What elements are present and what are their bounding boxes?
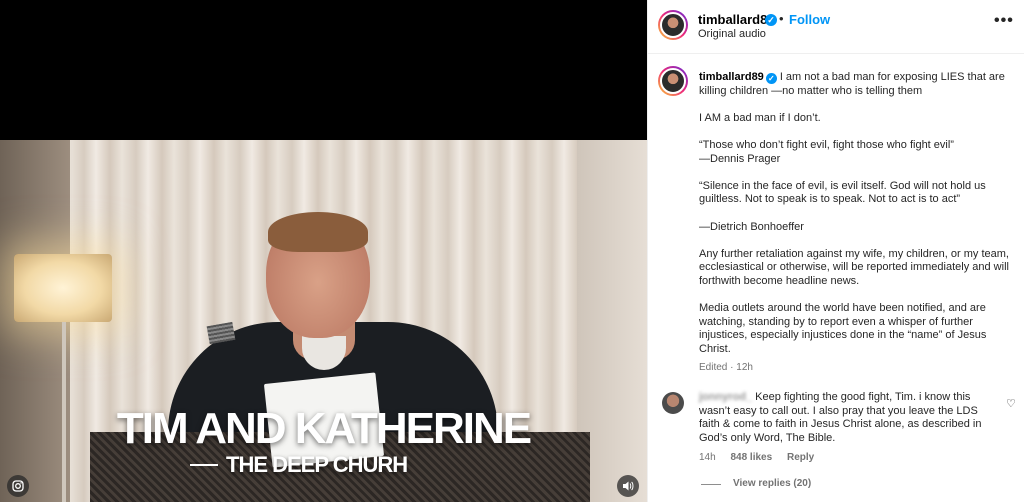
- caption-paragraph: Any further retaliation against my wife,…: [699, 247, 1009, 287]
- caption-avatar[interactable]: [658, 66, 688, 96]
- comment-likes[interactable]: 848 likes: [730, 452, 772, 463]
- lamp: [14, 254, 112, 322]
- reel-video[interactable]: TIM AND KATHERINE THE DEEP CHURH: [0, 0, 647, 502]
- instagram-icon[interactable]: [7, 475, 29, 497]
- header-divider: [648, 53, 1024, 54]
- replies-divider: [701, 484, 721, 485]
- caption-paragraph: “Those who don’t fight evil, fight those…: [699, 138, 954, 165]
- video-subtitle-overlay: THE DEEP CHURH: [226, 452, 408, 477]
- caption-paragraph: I AM a bad man if I don’t.: [699, 111, 821, 124]
- follow-button[interactable]: Follow: [789, 12, 830, 27]
- edited-timestamp: Edited · 12h: [699, 362, 753, 373]
- caption-paragraph: timballard89 ✓ I am not a bad man for expo…: [699, 71, 1005, 97]
- verified-badge-icon: ✓: [765, 73, 777, 84]
- avatar[interactable]: [658, 10, 688, 40]
- post-panel: timballard89 ✓ • Follow Original audio •…: [647, 0, 1024, 502]
- original-audio-link[interactable]: Original audio: [698, 28, 766, 40]
- video-title-overlay: TIM AND KATHERINE: [116, 404, 532, 453]
- comment-meta: 14h 848 likes Reply: [699, 452, 826, 463]
- follow-separator: •: [779, 11, 784, 26]
- like-comment-heart-icon[interactable]: ♡: [1006, 397, 1016, 410]
- caption-username[interactable]: timballard89: [699, 71, 764, 83]
- more-options-icon[interactable]: •••: [994, 12, 1014, 30]
- header-username[interactable]: timballard89: [698, 12, 775, 27]
- volume-icon[interactable]: [617, 475, 639, 497]
- reply-button[interactable]: Reply: [787, 452, 814, 463]
- view-replies-button[interactable]: View replies (20): [733, 478, 811, 489]
- caption-paragraph: “Silence in the face of evil, is evil it…: [699, 179, 986, 206]
- speaker-hair: [268, 212, 368, 252]
- caption-paragraph: Media outlets around the world have been…: [699, 302, 987, 355]
- caption-paragraph: —Dietrich Bonhoeffer: [699, 220, 804, 233]
- subtitle-rule: [190, 464, 218, 466]
- comment-text: jonnyrod_ Keep fighting the good fight, T…: [699, 391, 982, 444]
- commenter-username[interactable]: jonnyrod_: [699, 391, 752, 403]
- verified-badge-icon: ✓: [765, 14, 777, 26]
- post-caption: timballard89 ✓ I am not a bad man for expo…: [699, 71, 1017, 370]
- commenter-avatar[interactable]: [662, 392, 684, 414]
- comment-time: 14h: [699, 452, 716, 463]
